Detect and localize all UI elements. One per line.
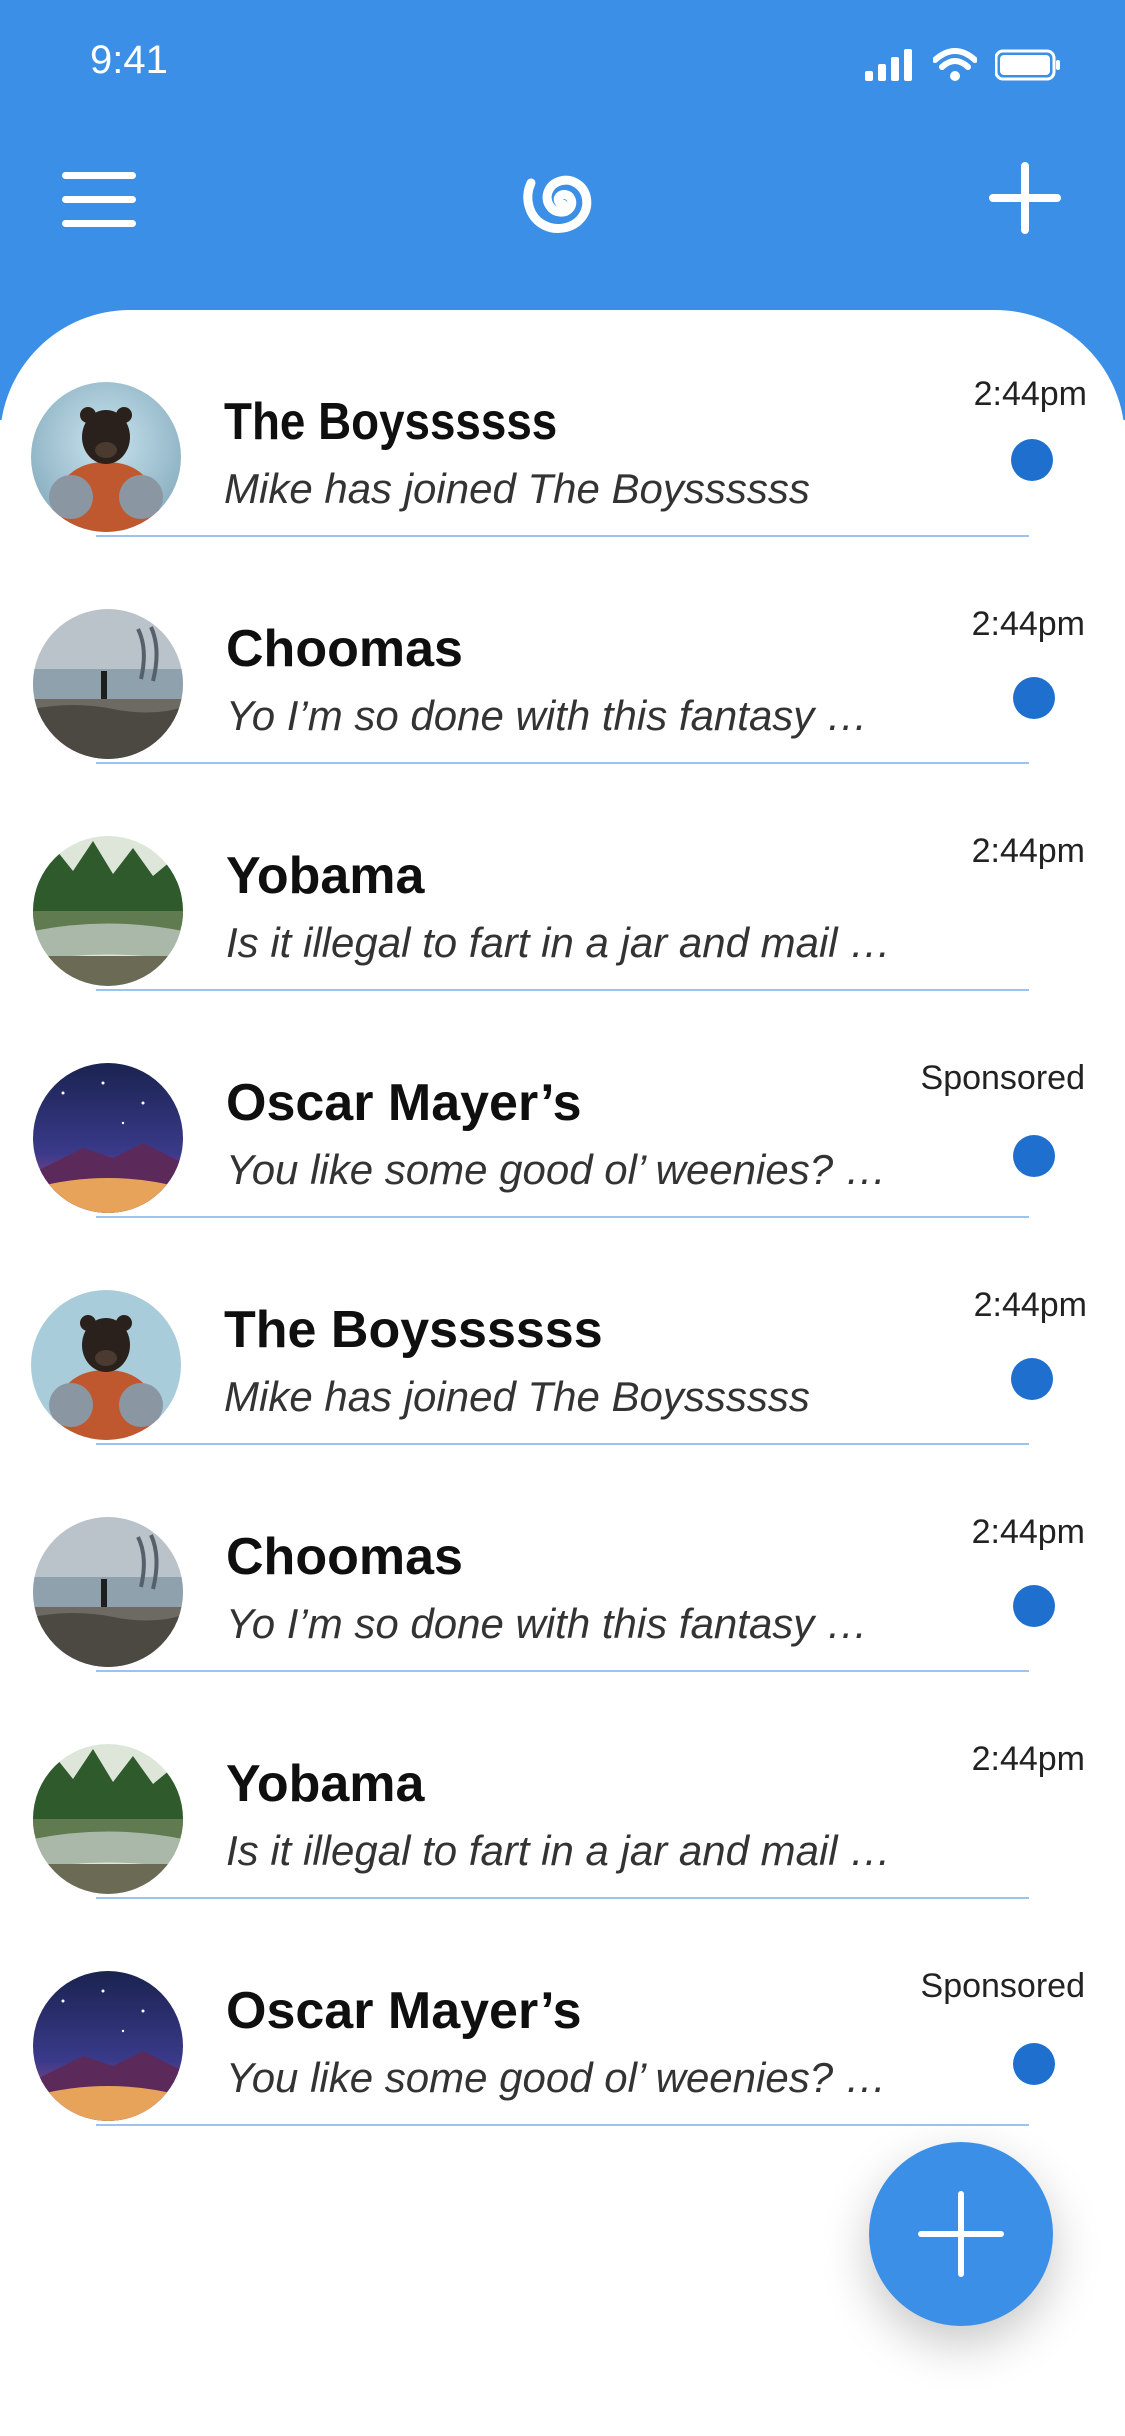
foggy-shore-image <box>33 609 183 759</box>
signal-icon <box>865 49 912 81</box>
avatar <box>33 836 183 986</box>
conversation-item[interactable]: The Boyssssss Mike has joined The Boysss… <box>0 1218 1125 1445</box>
forest-river-image <box>33 836 183 986</box>
avatar <box>31 382 181 532</box>
conversation-preview: You like some good ol’ weenies? … <box>226 1146 887 1193</box>
plus-icon <box>989 162 1061 234</box>
conversation-title: Choomas <box>226 620 463 678</box>
astronaut-bear-image <box>31 1290 181 1440</box>
new-message-fab[interactable] <box>869 2142 1053 2326</box>
conversation-item[interactable]: Yobama Is it illegal to fart in a jar an… <box>0 1672 1125 1899</box>
plus-icon <box>918 2191 1004 2277</box>
conversation-time: 2:44pm <box>971 832 1085 870</box>
battery-icon <box>995 49 1060 81</box>
conversation-preview: Yo I’m so done with this fantasy … <box>226 1600 868 1647</box>
conversation-item[interactable]: Oscar Mayer’s You like some good ol’ wee… <box>0 1899 1125 2126</box>
conversation-preview: Mike has joined The Boyssssss <box>224 1373 810 1420</box>
conversation-title: The Boyssssss <box>224 1301 603 1359</box>
conversation-preview: Mike has joined The Boyssssss <box>224 465 810 512</box>
compose-button[interactable] <box>987 160 1063 236</box>
conversation-preview: Is it illegal to fart in a jar and mail … <box>226 1827 892 1874</box>
wifi-icon <box>933 48 977 81</box>
conversation-time: 2:44pm <box>973 375 1087 413</box>
forest-river-image <box>33 1744 183 1894</box>
conversation-title: Oscar Mayer’s <box>226 1982 582 2040</box>
unread-dot <box>1011 439 1053 481</box>
avatar <box>33 1063 183 1213</box>
conversation-item[interactable]: Yobama Is it illegal to fart in a jar an… <box>0 764 1125 991</box>
conversation-title: Choomas <box>226 1528 463 1586</box>
conversation-item[interactable]: Oscar Mayer’s You like some good ol’ wee… <box>0 991 1125 1218</box>
status-icons <box>865 48 1061 82</box>
conversation-item[interactable]: Choomas Yo I’m so done with this fantasy… <box>0 537 1125 764</box>
conversation-sheet: The Boyssssss Mike has joined The Boysss… <box>0 310 1125 2436</box>
conversation-preview: Yo I’m so done with this fantasy … <box>226 692 868 739</box>
avatar <box>33 609 183 759</box>
conversation-time: 2:44pm <box>973 1286 1087 1324</box>
conversation-time: 2:44pm <box>971 605 1085 643</box>
avatar <box>33 1744 183 1894</box>
conversation-title: Oscar Mayer’s <box>226 1074 582 1132</box>
unread-dot <box>1013 1135 1055 1177</box>
conversation-item[interactable]: The Boyssssss Mike has joined The Boysss… <box>0 310 1125 537</box>
starry-night-image <box>33 1063 183 1213</box>
avatar <box>33 1517 183 1667</box>
status-time: 9:41 <box>90 38 168 82</box>
conversation-title: The Boyssssss <box>224 393 558 451</box>
avatar <box>31 1290 181 1440</box>
divider <box>96 2124 1029 2126</box>
unread-dot <box>1013 2043 1055 2085</box>
conversation-preview: You like some good ol’ weenies? … <box>226 2054 887 2101</box>
sponsored-label: Sponsored <box>920 1967 1085 2005</box>
unread-dot <box>1011 1358 1053 1400</box>
conversation-title: Yobama <box>226 847 425 905</box>
app-logo <box>515 150 611 250</box>
starry-night-image <box>33 1971 183 2121</box>
hamburger-menu-icon <box>62 172 136 227</box>
unread-dot <box>1013 677 1055 719</box>
conversation-time: 2:44pm <box>971 1513 1085 1551</box>
unread-dot <box>1013 1585 1055 1627</box>
foggy-shore-image <box>33 1517 183 1667</box>
astronaut-bear-image <box>31 382 181 532</box>
menu-button[interactable] <box>62 170 136 230</box>
conversation-item[interactable]: Choomas Yo I’m so done with this fantasy… <box>0 1445 1125 1672</box>
avatar <box>33 1971 183 2121</box>
conversation-title: Yobama <box>226 1755 425 1813</box>
spiral-logo-icon <box>523 175 592 233</box>
conversation-time: 2:44pm <box>971 1740 1085 1778</box>
sponsored-label: Sponsored <box>920 1059 1085 1097</box>
top-nav <box>0 140 1125 260</box>
conversation-preview: Is it illegal to fart in a jar and mail … <box>226 919 892 966</box>
